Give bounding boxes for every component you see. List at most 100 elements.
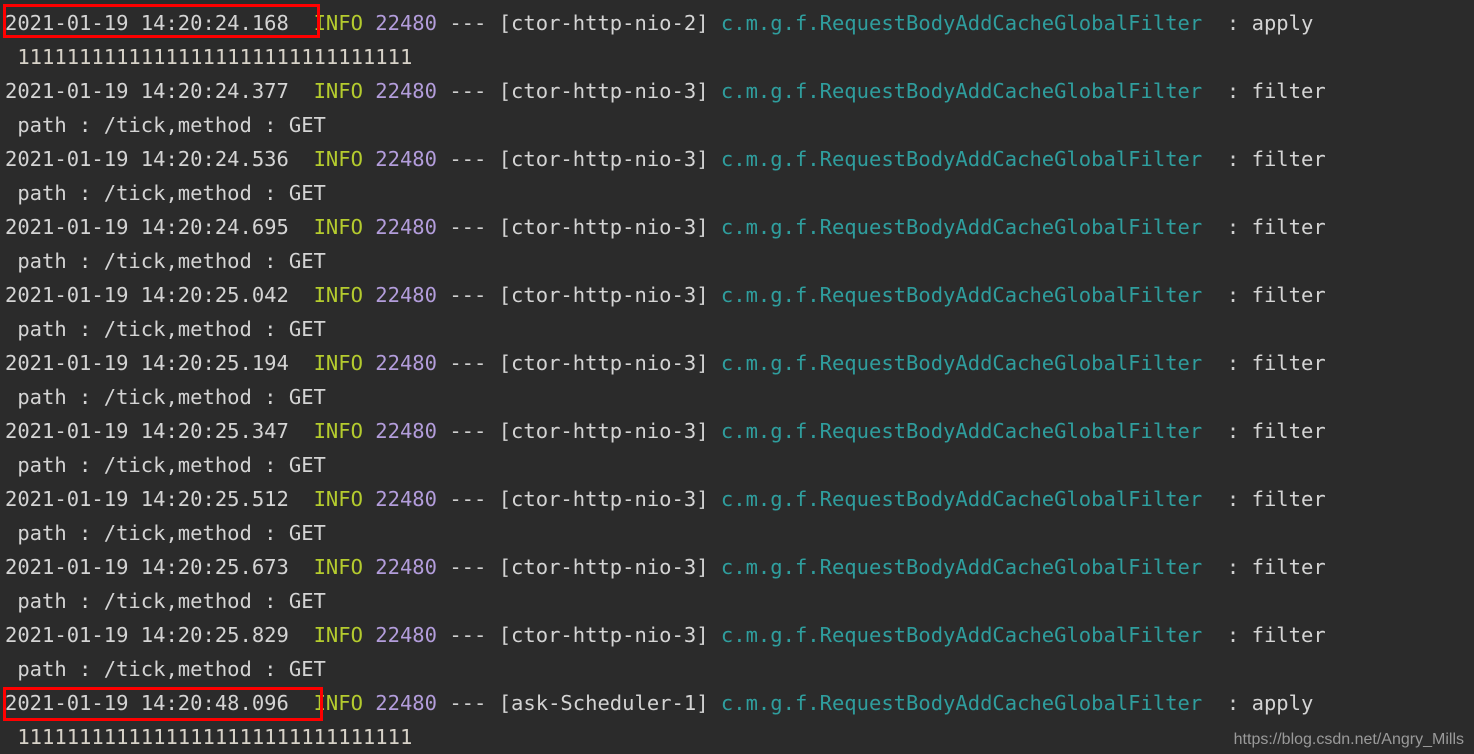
log-pid: 22480	[375, 147, 437, 171]
log-thread: [ctor-http-nio-3]	[498, 351, 709, 375]
log-continuation-text: path : /tick,method : GET	[5, 657, 326, 681]
log-continuation-path: path : /tick,method : GET	[0, 108, 1474, 142]
log-logger: c.m.g.f.RequestBodyAddCacheGlobalFilter	[720, 351, 1203, 375]
log-pid: 22480	[375, 215, 437, 239]
log-line[interactable]: 2021-01-19 14:20:25.673 INFO 22480 --- […	[0, 550, 1474, 584]
log-level: INFO	[313, 147, 363, 171]
log-line[interactable]: 2021-01-19 14:20:25.512 INFO 22480 --- […	[0, 482, 1474, 516]
log-continuation-text: path : /tick,method : GET	[5, 181, 326, 205]
log-dashes: ---	[449, 147, 487, 171]
log-pid: 22480	[375, 11, 437, 35]
log-pid: 22480	[375, 555, 437, 579]
log-level: INFO	[313, 487, 363, 511]
log-separator: :	[1226, 11, 1240, 35]
log-line[interactable]: 2021-01-19 14:20:25.829 INFO 22480 --- […	[0, 618, 1474, 652]
log-message: apply	[1251, 691, 1314, 715]
log-logger: c.m.g.f.RequestBodyAddCacheGlobalFilter	[720, 555, 1203, 579]
log-separator: :	[1226, 351, 1240, 375]
log-timestamp: 2021-01-19 14:20:25.829	[5, 623, 289, 647]
log-continuation-path: path : /tick,method : GET	[0, 380, 1474, 414]
log-line[interactable]: 2021-01-19 14:20:24.536 INFO 22480 --- […	[0, 142, 1474, 176]
log-thread: [ctor-http-nio-3]	[498, 623, 709, 647]
log-logger: c.m.g.f.RequestBodyAddCacheGlobalFilter	[720, 283, 1203, 307]
log-line[interactable]: 2021-01-19 14:20:25.042 INFO 22480 --- […	[0, 278, 1474, 312]
console-log-viewport[interactable]: 2021-01-19 14:20:24.168 INFO 22480 --- […	[0, 0, 1474, 753]
log-logger: c.m.g.f.RequestBodyAddCacheGlobalFilter	[720, 691, 1203, 715]
log-line[interactable]: 2021-01-19 14:20:25.194 INFO 22480 --- […	[0, 346, 1474, 380]
log-continuation-text: path : /tick,method : GET	[5, 249, 326, 273]
log-level: INFO	[313, 283, 363, 307]
log-timestamp: 2021-01-19 14:20:24.536	[5, 147, 289, 171]
log-message: filter	[1251, 555, 1326, 579]
log-thread: [ctor-http-nio-3]	[498, 487, 709, 511]
log-timestamp: 2021-01-19 14:20:25.194	[5, 351, 289, 375]
log-timestamp: 2021-01-19 14:20:25.042	[5, 283, 289, 307]
log-thread: [ctor-http-nio-3]	[498, 79, 709, 103]
log-pid: 22480	[375, 283, 437, 307]
log-message: filter	[1251, 283, 1326, 307]
log-message: filter	[1251, 147, 1326, 171]
log-continuation-text: path : /tick,method : GET	[5, 453, 326, 477]
log-continuation-text: path : /tick,method : GET	[5, 113, 326, 137]
log-thread: [ctor-http-nio-2]	[498, 11, 709, 35]
log-thread: [ask-Scheduler-1]	[498, 691, 709, 715]
log-message: filter	[1251, 79, 1326, 103]
log-timestamp: 2021-01-19 14:20:25.512	[5, 487, 289, 511]
log-timestamp: 2021-01-19 14:20:24.168	[5, 11, 289, 35]
log-dashes: ---	[449, 215, 487, 239]
log-pid: 22480	[375, 487, 437, 511]
log-continuation-path: path : /tick,method : GET	[0, 176, 1474, 210]
log-line[interactable]: 2021-01-19 14:20:48.096 INFO 22480 --- […	[0, 686, 1474, 720]
log-line[interactable]: 2021-01-19 14:20:24.695 INFO 22480 --- […	[0, 210, 1474, 244]
log-dashes: ---	[449, 11, 487, 35]
log-line[interactable]: 2021-01-19 14:20:24.377 INFO 22480 --- […	[0, 74, 1474, 108]
log-logger: c.m.g.f.RequestBodyAddCacheGlobalFilter	[720, 79, 1203, 103]
log-thread: [ctor-http-nio-3]	[498, 555, 709, 579]
log-separator: :	[1226, 691, 1240, 715]
log-continuation-text: path : /tick,method : GET	[5, 589, 326, 613]
log-message: filter	[1251, 487, 1326, 511]
log-line[interactable]: 2021-01-19 14:20:24.168 INFO 22480 --- […	[0, 6, 1474, 40]
log-continuation-path: path : /tick,method : GET	[0, 584, 1474, 618]
log-line[interactable]: 2021-01-19 14:20:25.347 INFO 22480 --- […	[0, 414, 1474, 448]
log-continuation-text: path : /tick,method : GET	[5, 521, 326, 545]
